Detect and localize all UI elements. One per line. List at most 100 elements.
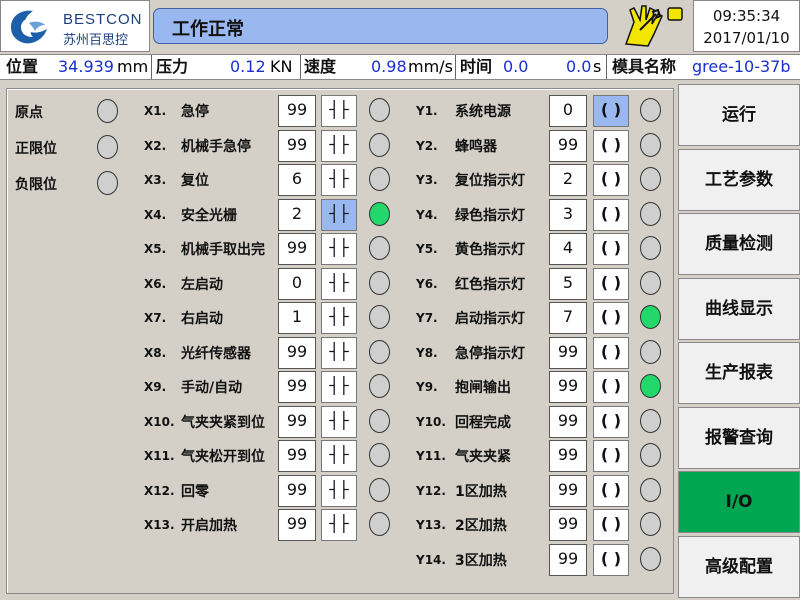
contact-toggle-button[interactable]: ┤├	[321, 267, 357, 300]
contact-toggle-button[interactable]: ┤├	[321, 129, 357, 162]
io-value-field[interactable]: 6	[278, 164, 316, 196]
contact-toggle-button[interactable]: ┤├	[321, 474, 357, 507]
io-label: 右启动	[181, 311, 223, 327]
position-label: 位置	[6, 57, 39, 76]
contact-toggle-button[interactable]: ┤├	[321, 164, 357, 196]
maintenance-indicator[interactable]	[612, 0, 690, 52]
io-code: X10.	[144, 414, 175, 429]
io-value-field[interactable]: 5	[549, 267, 587, 300]
io-label: 光纤传感器	[181, 345, 251, 362]
io-value-field[interactable]: 0	[278, 267, 316, 300]
io-value-field[interactable]: 1	[278, 302, 316, 334]
io-code: X1.	[144, 104, 167, 118]
io-value-field[interactable]: 3	[549, 198, 587, 231]
coil-toggle-button[interactable]: ( )	[593, 509, 629, 541]
io-value-field[interactable]: 99	[549, 509, 587, 541]
contact-toggle-button[interactable]: ┤├	[321, 302, 357, 334]
io-value-field[interactable]: 99	[549, 371, 587, 403]
io-value-field[interactable]: 99	[278, 509, 316, 541]
io-value-field[interactable]: 4	[549, 233, 587, 265]
io-value-field[interactable]: 99	[549, 129, 587, 162]
io-state-lamp	[640, 443, 661, 467]
contact-toggle-button[interactable]: ┤├	[321, 371, 357, 403]
io-state-lamp	[369, 167, 390, 191]
coil-toggle-button[interactable]: ( )	[593, 129, 629, 162]
io-code: Y9.	[416, 380, 438, 394]
io-state-lamp	[369, 339, 390, 364]
nav-button-7[interactable]: 高级配置	[678, 535, 800, 598]
logo-brand-subtext: 苏州百思控	[63, 33, 129, 48]
io-code: Y12.	[416, 483, 446, 498]
nav-button-6[interactable]: I/O	[678, 471, 800, 533]
nav-button-4[interactable]: 生产报表	[678, 342, 800, 404]
io-value-field[interactable]: 2	[549, 164, 587, 196]
position-value: 34.939	[58, 57, 114, 76]
io-label: 左启动	[181, 276, 223, 293]
io-code: Y4.	[416, 207, 438, 222]
io-code: Y13.	[416, 518, 446, 532]
io-label: 急停	[181, 104, 209, 120]
nav-button-0[interactable]: 运行	[678, 84, 800, 146]
io-value-field[interactable]: 0	[549, 95, 587, 127]
nav-button-3[interactable]: 曲线显示	[678, 277, 800, 340]
io-value-field[interactable]: 99	[278, 405, 316, 438]
io-value-field[interactable]: 2	[278, 198, 316, 231]
contact-toggle-button[interactable]: ┤├	[321, 336, 357, 369]
contact-toggle-button[interactable]: ┤├	[321, 440, 357, 472]
coil-toggle-button[interactable]: ( )	[593, 440, 629, 472]
coil-toggle-button[interactable]: ( )	[593, 543, 629, 576]
coil-toggle-button[interactable]: ( )	[593, 336, 629, 369]
coil-toggle-button[interactable]: ( )	[593, 233, 629, 265]
io-state-lamp	[369, 408, 390, 433]
io-value-field[interactable]: 99	[549, 474, 587, 507]
time-unit: s	[593, 57, 602, 76]
io-label: 机械手急停	[181, 138, 251, 155]
contact-toggle-button[interactable]: ┤├	[321, 405, 357, 438]
coil-toggle-button[interactable]: ( )	[593, 198, 629, 231]
io-state-lamp	[369, 305, 390, 329]
position-readout: 位置	[6, 55, 38, 79]
io-value-field[interactable]: 99	[549, 405, 587, 438]
contact-toggle-button[interactable]: ┤├	[321, 233, 357, 265]
io-value-field[interactable]: 99	[549, 336, 587, 369]
io-value-field[interactable]: 99	[278, 474, 316, 507]
coil-toggle-button[interactable]: ( )	[593, 405, 629, 438]
nav-button-2[interactable]: 质量检测	[678, 213, 800, 275]
coil-toggle-button[interactable]: ( )	[593, 164, 629, 196]
coil-toggle-button[interactable]: ( )	[593, 95, 629, 127]
info-bar: 位置 34.939 mm 压力 0.12 KN 速度 0.98 mm/s 时间 …	[0, 54, 800, 80]
io-value-field[interactable]: 99	[278, 95, 316, 127]
io-label: 气夹夹紧到位	[181, 414, 265, 431]
io-code: Y8.	[416, 345, 438, 360]
io-value-field[interactable]: 99	[549, 543, 587, 576]
io-value-field[interactable]: 99	[278, 336, 316, 369]
mold-value: gree-10-37b	[692, 57, 791, 76]
io-value-field[interactable]: 7	[549, 302, 587, 334]
contact-toggle-button[interactable]: ┤├	[321, 95, 357, 127]
io-label: 系统电源	[455, 104, 511, 120]
io-state-lamp	[640, 132, 661, 157]
pressure-value: 0.12	[230, 57, 266, 76]
coil-toggle-button[interactable]: ( )	[593, 302, 629, 334]
io-label: 开启加热	[181, 518, 237, 534]
io-value-field[interactable]: 99	[278, 371, 316, 403]
coil-toggle-button[interactable]: ( )	[593, 371, 629, 403]
contact-toggle-button[interactable]: ┤├	[321, 198, 357, 231]
io-value-field[interactable]: 99	[549, 440, 587, 472]
nav-button-1[interactable]: 工艺参数	[678, 148, 800, 211]
io-value-field[interactable]: 99	[278, 129, 316, 162]
bestcon-logo-icon	[11, 10, 47, 44]
io-label: 蜂鸣器	[455, 138, 497, 155]
io-value-field[interactable]: 99	[278, 440, 316, 472]
status-lamp	[97, 171, 118, 195]
io-code: X4.	[144, 207, 167, 222]
io-state-lamp	[369, 98, 390, 122]
contact-toggle-button[interactable]: ┤├	[321, 509, 357, 541]
coil-toggle-button[interactable]: ( )	[593, 267, 629, 300]
io-label: 1区加热	[455, 483, 507, 500]
nav-button-5[interactable]: 报警查询	[678, 406, 800, 469]
io-label: 红色指示灯	[455, 276, 525, 293]
io-value-field[interactable]: 99	[278, 233, 316, 265]
io-state-lamp	[369, 270, 390, 295]
coil-toggle-button[interactable]: ( )	[593, 474, 629, 507]
